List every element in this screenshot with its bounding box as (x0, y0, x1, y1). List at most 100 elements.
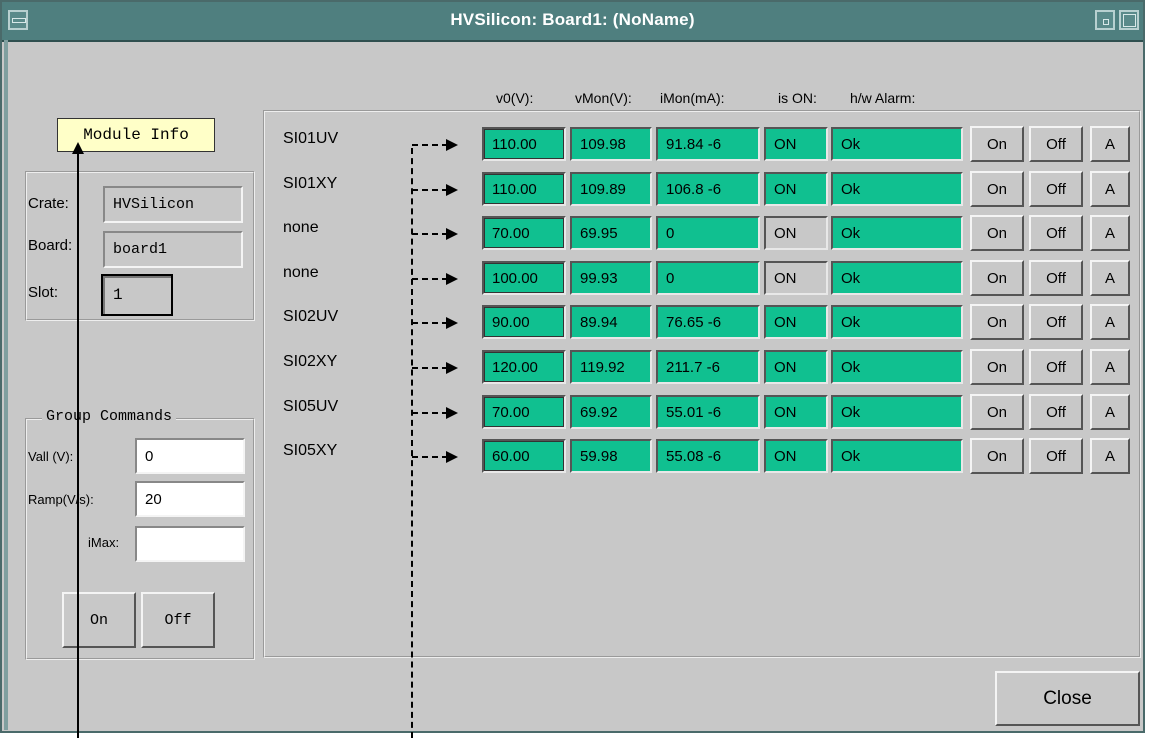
channel-on-button[interactable]: On (970, 215, 1024, 251)
channel-on-button[interactable]: On (970, 260, 1024, 296)
vall-input[interactable]: 0 (135, 438, 245, 474)
channel-on-button[interactable]: On (970, 438, 1024, 474)
imon-value: 55.08 -6 (656, 439, 760, 473)
alarm-status: Ok (831, 261, 963, 295)
annotation-arrowhead (72, 142, 84, 154)
window-title: HVSilicon: Board1: (NoName) (450, 10, 695, 29)
imon-value: 91.84 -6 (656, 127, 760, 161)
slot-field: 1 (101, 274, 173, 316)
channel-off-button[interactable]: Off (1029, 438, 1083, 474)
is-on-indicator: ON (764, 261, 828, 295)
channel-a-button[interactable]: A (1090, 394, 1130, 430)
col-header-ison: is ON: (778, 90, 817, 106)
v0-input[interactable]: 110.00 (482, 127, 566, 161)
alarm-status: Ok (831, 305, 963, 339)
vall-label: Vall (V): (28, 449, 74, 464)
alarm-status: Ok (831, 127, 963, 161)
channel-off-button[interactable]: Off (1029, 126, 1083, 162)
channel-off-button[interactable]: Off (1029, 394, 1083, 430)
v0-input[interactable]: 110.00 (482, 172, 566, 206)
imax-label: iMax: (88, 535, 120, 550)
alarm-status: Ok (831, 216, 963, 250)
vmon-value: 69.95 (570, 216, 652, 250)
annotation-line-module-info (77, 152, 79, 738)
channel-name: SI01XY (283, 175, 338, 192)
imon-value: 55.01 -6 (656, 395, 760, 429)
channel-name: none (283, 219, 319, 236)
v0-input[interactable]: 90.00 (482, 305, 566, 339)
channel-off-button[interactable]: Off (1029, 349, 1083, 385)
vmon-value: 99.93 (570, 261, 652, 295)
channel-name: SI01UV (283, 130, 339, 147)
channel-a-button[interactable]: A (1090, 215, 1130, 251)
ramp-input[interactable]: 20 (135, 481, 245, 517)
channel-on-button[interactable]: On (970, 171, 1024, 207)
annotation-line-channels (411, 148, 413, 738)
crate-label: Crate: (28, 195, 69, 212)
is-on-indicator: ON (764, 350, 828, 384)
is-on-indicator: ON (764, 127, 828, 161)
channel-on-button[interactable]: On (970, 349, 1024, 385)
col-header-v0: v0(V): (496, 90, 534, 106)
vmon-value: 69.92 (570, 395, 652, 429)
vmon-value: 89.94 (570, 305, 652, 339)
channel-on-button[interactable]: On (970, 126, 1024, 162)
col-header-alarm: h/w Alarm: (850, 90, 916, 106)
channel-a-button[interactable]: A (1090, 349, 1130, 385)
v0-input[interactable]: 100.00 (482, 261, 566, 295)
alarm-status: Ok (831, 350, 963, 384)
col-header-imon: iMon(mA): (660, 90, 725, 106)
is-on-indicator: ON (764, 305, 828, 339)
imon-value: 0 (656, 216, 760, 250)
slot-label: Slot: (28, 284, 59, 301)
channel-a-button[interactable]: A (1090, 438, 1130, 474)
channel-on-button[interactable]: On (970, 304, 1024, 340)
minimize-icon[interactable] (1095, 10, 1115, 30)
imon-value: 106.8 -6 (656, 172, 760, 206)
close-button[interactable]: Close (995, 671, 1140, 726)
window-left-edge (4, 40, 8, 730)
channel-off-button[interactable]: Off (1029, 260, 1083, 296)
imax-input[interactable] (135, 526, 245, 562)
channel-a-button[interactable]: A (1090, 304, 1130, 340)
channel-name: none (283, 264, 319, 281)
title-bar[interactable]: HVSilicon: Board1: (NoName) (2, 2, 1143, 42)
channel-a-button[interactable]: A (1090, 126, 1130, 162)
channel-a-button[interactable]: A (1090, 260, 1130, 296)
channel-name: SI05XY (283, 442, 338, 459)
maximize-icon[interactable] (1119, 10, 1139, 30)
col-header-vmon: vMon(V): (575, 90, 632, 106)
vmon-value: 59.98 (570, 439, 652, 473)
crate-field: HVSilicon (103, 186, 243, 223)
arrow-icon (412, 273, 460, 285)
imon-value: 211.7 -6 (656, 350, 760, 384)
board-field: board1 (103, 231, 243, 268)
channel-off-button[interactable]: Off (1029, 215, 1083, 251)
channel-name: SI02UV (283, 308, 339, 325)
v0-input[interactable]: 60.00 (482, 439, 566, 473)
arrow-icon (412, 362, 460, 374)
channel-off-button[interactable]: Off (1029, 304, 1083, 340)
arrow-icon (412, 407, 460, 419)
imon-value: 0 (656, 261, 760, 295)
group-commands-title: Group Commands (42, 408, 177, 425)
channel-on-button[interactable]: On (970, 394, 1024, 430)
v0-input[interactable]: 70.00 (482, 395, 566, 429)
v0-input[interactable]: 70.00 (482, 216, 566, 250)
is-on-indicator: ON (764, 395, 828, 429)
channel-off-button[interactable]: Off (1029, 171, 1083, 207)
group-off-button[interactable]: Off (141, 592, 215, 648)
imon-value: 76.65 -6 (656, 305, 760, 339)
alarm-status: Ok (831, 172, 963, 206)
group-on-button[interactable]: On (62, 592, 136, 648)
is-on-indicator: ON (764, 172, 828, 206)
arrow-icon (412, 228, 460, 240)
ramp-label: Ramp(V/s): (28, 492, 94, 507)
arrow-icon (412, 451, 460, 463)
arrow-icon (412, 184, 460, 196)
vmon-value: 119.92 (570, 350, 652, 384)
channel-a-button[interactable]: A (1090, 171, 1130, 207)
v0-input[interactable]: 120.00 (482, 350, 566, 384)
arrow-icon (412, 139, 460, 151)
alarm-status: Ok (831, 439, 963, 473)
